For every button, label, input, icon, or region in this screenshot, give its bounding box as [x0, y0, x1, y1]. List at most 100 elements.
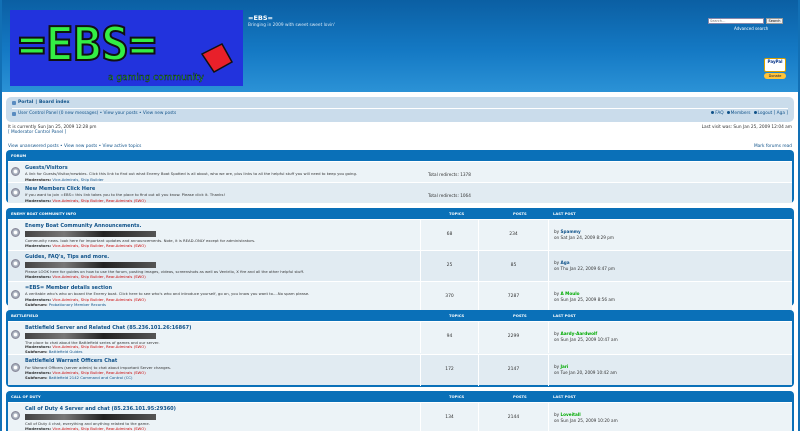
subforum-link[interactable]: Probationary Member Records — [49, 302, 106, 307]
topic-count: 25 — [446, 263, 453, 268]
last-post-date: on Sat Jan 24, 2009 8:29 pm — [554, 235, 614, 240]
col-topics: TOPICS — [449, 395, 465, 399]
ucp-links: User Control Panel (0 new messages) • Vi… — [12, 111, 176, 116]
mods-links[interactable]: Vice-Admirals, Ship Builder, Rear-Admira… — [52, 243, 145, 248]
forum-title[interactable]: Guides, FAQ's, Tips and more. — [25, 254, 109, 260]
by-label: by — [554, 364, 560, 369]
last-post-user[interactable]: Loveitall — [560, 412, 580, 417]
site-logo[interactable]: =EBS= a gaming community — [10, 10, 243, 86]
last-post-user[interactable]: Aga — [560, 260, 569, 265]
site-description: Bringing in 2009 with sweet sweet lovin' — [248, 23, 336, 28]
category-header: BATTLEFIELD TOPICS POSTS LAST POST — [8, 312, 792, 321]
faq-icon — [711, 111, 715, 114]
paypal-logo: PayPal — [764, 58, 786, 72]
last-post-user[interactable]: A Moulo — [560, 291, 579, 296]
last-post-cell: by Loveitall on Sun Jan 25, 2009 10:20 a… — [548, 403, 792, 431]
donate-button[interactable]: PayPal Donate — [764, 58, 786, 84]
site-title: =EBS= — [248, 14, 273, 22]
last-post-author: by Jari — [554, 364, 568, 369]
subforum-label: Subforum: — [25, 375, 48, 380]
post-count: 7287 — [507, 294, 520, 299]
members-icon — [726, 111, 730, 114]
forum-read-icon — [11, 228, 20, 237]
category-name[interactable]: FORUM — [11, 154, 26, 158]
moderator-cp-link[interactable]: [ Moderator Control Panel ] — [8, 130, 66, 135]
col-topics: TOPICS — [449, 314, 465, 318]
mods-label: Moderators: — [25, 426, 52, 431]
crumb-board-index[interactable]: Board index — [39, 100, 70, 105]
posts-cell: 2147 — [478, 355, 548, 386]
col-posts: POSTS — [513, 212, 527, 216]
category-name[interactable]: CALL OF DUTY — [11, 395, 41, 399]
post-count: 85 — [510, 263, 517, 268]
by-label: by — [554, 412, 560, 417]
last-post-date: on Tue Jan 20, 2009 10:42 am — [554, 370, 617, 375]
forum-row: Call of Duty 4 Server and chat (85.236.1… — [8, 402, 792, 431]
mods-links[interactable]: Vice-Admirals, Ship Builder, Rear-Admira… — [52, 274, 145, 279]
mods-links[interactable]: Vice-Admirals, Ship Builder, Rear-Admira… — [52, 426, 145, 431]
forum-banner-image — [25, 333, 156, 339]
topic-count: 68 — [446, 232, 453, 237]
topic-count: 134 — [445, 415, 454, 420]
last-post-author: by Aga — [554, 260, 570, 265]
forum-title[interactable]: Battlefield Warrant Officers Chat — [25, 358, 117, 364]
crumb-portal[interactable]: Portal — [18, 100, 33, 105]
mark-forums-read[interactable]: Mark forums read — [754, 144, 792, 149]
search-button[interactable]: Search — [766, 18, 783, 24]
forum-title[interactable]: Battlefield Server and Related Chat (85.… — [25, 325, 191, 331]
by-label: by — [554, 260, 560, 265]
ucp-icon — [12, 111, 16, 116]
topics-cell: 134 — [420, 403, 478, 431]
members-label: Members — [730, 111, 751, 116]
last-post-user[interactable]: Aardy-Aardwolf — [560, 331, 597, 336]
last-post-date: on Sun Jan 25, 2009 10:20 am — [554, 418, 618, 423]
logo-text: =EBS= — [18, 17, 156, 71]
right-nav: FAQ Members Logout [ Aga ] — [711, 111, 788, 116]
forum-title[interactable]: Call of Duty 4 Server and chat (85.236.1… — [25, 406, 176, 412]
topics-cell: 370 — [420, 282, 478, 313]
logout-link[interactable]: Logout [ Aga ] — [753, 111, 788, 116]
view-links[interactable]: View unanswered posts • View new posts •… — [8, 144, 141, 149]
mods-links[interactable]: Vice-Admirals, Ship Builder, Rear-Admira… — [52, 198, 145, 203]
last-post-user[interactable]: Jari — [560, 364, 568, 369]
forum-row: =EBS= Member details section A veritable… — [8, 281, 792, 313]
category-call-of-duty: CALL OF DUTY TOPICS POSTS LAST POST Call… — [6, 391, 794, 431]
col-last-post: LAST POST — [553, 212, 576, 216]
members-link[interactable]: Members — [726, 111, 751, 116]
subforum-label: Subforum: — [25, 302, 48, 307]
last-post-cell: by Spammy on Sat Jan 24, 2009 8:29 pm — [548, 220, 792, 251]
last-post-author: by Loveitall — [554, 412, 581, 417]
forum-title[interactable]: Enemy Boat Community Announcements. — [25, 223, 141, 229]
last-post-date: on Sun Jan 25, 2009 10:47 am — [554, 337, 618, 342]
category-name[interactable]: ENEMY BOAT COMMUNITY INFO — [11, 212, 76, 216]
forum-read-icon — [11, 411, 20, 420]
last-post-date: on Sun Jan 25, 2009 8:56 am — [554, 297, 615, 302]
forum-subforums: Subforum: Battlefield 2142 Command and C… — [25, 375, 133, 380]
posts-cell: 2299 — [478, 322, 548, 353]
by-label: by — [554, 229, 560, 234]
last-post-user[interactable]: Spammy — [560, 229, 580, 234]
last-post-cell: by Aardy-Aardwolf on Sun Jan 25, 2009 10… — [548, 322, 792, 353]
post-count: 234 — [509, 232, 518, 237]
search-input[interactable] — [708, 18, 764, 24]
by-label: by — [554, 291, 560, 296]
category-battlefield: BATTLEFIELD TOPICS POSTS LAST POST Battl… — [6, 310, 794, 387]
category-community-info: ENEMY BOAT COMMUNITY INFO TOPICS POSTS L… — [6, 208, 794, 313]
last-post-cell: by Aga on Thu Jan 22, 2009 6:47 pm — [548, 251, 792, 282]
forum-read-icon — [11, 290, 20, 299]
navbar-divider — [12, 108, 788, 109]
faq-link[interactable]: FAQ — [711, 111, 724, 116]
logo-graffiti: =EBS= a gaming community — [10, 10, 243, 86]
forum-read-icon — [11, 259, 20, 268]
forum-description: A link for Guests/Visitor/newbies. Click… — [25, 171, 358, 176]
advanced-search-link[interactable]: Advanced search — [734, 26, 768, 31]
ucp-link[interactable]: User Control Panel (0 new messages) • Vi… — [18, 111, 176, 116]
category-name[interactable]: BATTLEFIELD — [11, 314, 38, 318]
forum-banner-image — [25, 262, 156, 268]
total-redirects: Total redirects: 1064 — [428, 193, 471, 198]
col-topics: TOPICS — [449, 212, 465, 216]
breadcrumb: Portal | Board index — [12, 100, 70, 105]
subforum-link[interactable]: Battlefield 2142 Command and Control (CC… — [49, 375, 133, 380]
last-post-date: on Thu Jan 22, 2009 6:47 pm — [554, 266, 615, 271]
forum-moderators: Moderators: Vice-Admirals, Ship Builder,… — [25, 243, 146, 248]
